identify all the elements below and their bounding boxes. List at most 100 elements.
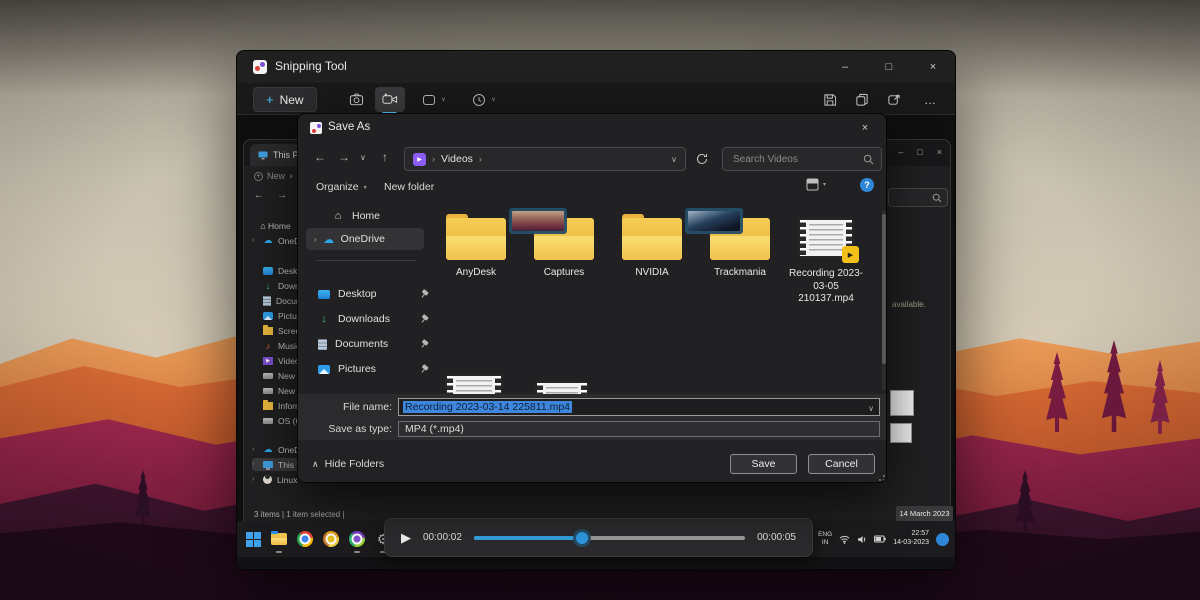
taskbar-chrome-beta[interactable] xyxy=(321,524,341,554)
expand-icon[interactable]: › xyxy=(252,237,258,244)
back-button[interactable]: ← xyxy=(314,150,326,164)
up-button[interactable]: ↑ xyxy=(382,150,388,164)
onedrive-cloud-icon: ☁ xyxy=(263,445,273,455)
tray-clock[interactable]: 22:57 14-03-2023 xyxy=(893,530,929,548)
maximize-icon[interactable]: □ xyxy=(917,147,922,157)
cancel-button[interactable]: Cancel xyxy=(808,454,875,474)
sidebar-label: Desktop xyxy=(338,288,377,300)
taskbar-chrome-dev[interactable] xyxy=(347,524,367,554)
clock-icon xyxy=(472,93,486,107)
file-item-captures[interactable]: Captures xyxy=(520,214,608,280)
drive-icon xyxy=(263,388,273,394)
dialog-sidebar-documents[interactable]: Documents xyxy=(318,334,428,354)
dialog-sidebar-pictures[interactable]: Pictures xyxy=(318,359,428,379)
onedrive-cloud-icon: ☁ xyxy=(263,236,273,246)
expand-icon[interactable]: › xyxy=(252,461,258,468)
address-bar[interactable]: ▶ › Videos › ∨ xyxy=(404,147,686,171)
chrome-dev-icon xyxy=(349,531,365,547)
address-dropdown-chevron[interactable]: ∨ xyxy=(671,155,677,164)
language-indicator[interactable]: ENG IN xyxy=(818,531,832,547)
linux-icon xyxy=(263,475,272,484)
file-item-nvidia[interactable]: NVIDIA xyxy=(608,214,696,280)
forward-icon[interactable]: → xyxy=(277,190,287,201)
seek-bar[interactable] xyxy=(474,536,745,540)
chevron-down-icon: ∨ xyxy=(491,96,495,103)
total-time: 00:00:05 xyxy=(757,532,796,543)
recent-locations-chevron[interactable]: ∨ xyxy=(360,153,366,162)
minimize-button[interactable]: – xyxy=(823,51,867,83)
play-button[interactable]: ▶ xyxy=(401,530,411,546)
tray-date: 14-03-2023 xyxy=(893,539,929,548)
refresh-button[interactable] xyxy=(690,147,714,171)
file-item-trackmania[interactable]: Trackmania xyxy=(696,214,784,280)
dialog-sidebar-home[interactable]: ⌂ Home xyxy=(332,210,380,222)
videos-folder-icon: ▶ xyxy=(413,153,426,166)
minimize-icon[interactable]: – xyxy=(898,147,903,157)
record-mode-button[interactable] xyxy=(375,87,405,112)
screenshot-mode-button[interactable] xyxy=(341,87,371,112)
delay-dropdown[interactable]: ∨ xyxy=(463,87,505,112)
taskbar-start-button[interactable] xyxy=(243,524,263,554)
hide-folders-button[interactable]: ∧ Hide Folders xyxy=(312,458,384,470)
drive-icon xyxy=(263,418,273,424)
home-icon: ⌂ xyxy=(252,221,263,231)
dialog-sidebar-downloads[interactable]: ↓ Downloads xyxy=(318,309,428,329)
copy-button[interactable] xyxy=(847,87,877,112)
forward-button[interactable]: → xyxy=(338,150,350,164)
more-options-button[interactable]: … xyxy=(915,87,945,112)
help-button[interactable]: ? xyxy=(860,178,874,192)
file-type-value: MP4 (*.mp4) xyxy=(405,423,464,435)
expand-icon[interactable]: › xyxy=(314,235,317,244)
file-item-anydesk[interactable]: AnyDesk xyxy=(432,214,520,280)
caret-down-icon: ▾ xyxy=(823,181,826,188)
maximize-button[interactable]: □ xyxy=(867,51,911,83)
search-icon xyxy=(932,193,942,203)
taskbar-chrome[interactable] xyxy=(295,524,315,554)
close-button[interactable]: × xyxy=(911,51,955,83)
desktop-icon xyxy=(263,267,273,275)
snip-shape-dropdown[interactable]: ∨ xyxy=(413,87,455,112)
video-file-icon: ▶ xyxy=(798,218,854,258)
speaker-icon[interactable] xyxy=(857,535,867,544)
hide-folders-label: Hide Folders xyxy=(325,458,385,470)
chevron-up-icon: ∧ xyxy=(312,459,319,470)
notification-icon[interactable] xyxy=(936,533,949,546)
dialog-close-button[interactable]: × xyxy=(850,118,880,138)
organize-dropdown[interactable]: Organize ▾ xyxy=(316,181,367,193)
explorer-search-box[interactable] xyxy=(888,188,948,207)
file-item-recording[interactable]: ▶ Recording 2023-03-05 210137.mp4 xyxy=(784,214,868,306)
chevron-down-icon[interactable]: ∨ xyxy=(868,404,874,413)
dialog-sidebar-desktop[interactable]: Desktop xyxy=(318,284,428,304)
new-snip-button[interactable]: + New xyxy=(253,87,317,112)
save-snip-button[interactable] xyxy=(815,87,845,112)
save-button[interactable]: Save xyxy=(730,454,797,474)
scrollbar-thumb[interactable] xyxy=(882,214,886,364)
save-as-type-select[interactable]: MP4 (*.mp4) ∨ xyxy=(398,421,880,437)
folder-icon xyxy=(263,402,273,410)
snipping-tool-app-icon xyxy=(253,60,267,74)
explorer-new-button[interactable]: + New ∨ xyxy=(254,171,293,181)
dialog-title: Save As xyxy=(328,121,370,133)
dialog-search-box[interactable] xyxy=(722,147,882,171)
caret-down-icon: ▾ xyxy=(364,184,367,191)
rectangle-select-icon xyxy=(422,93,436,107)
new-folder-button[interactable]: New folder xyxy=(384,181,434,193)
taskbar-file-explorer[interactable] xyxy=(269,524,289,554)
dialog-sidebar-onedrive[interactable]: › ☁ OneDrive xyxy=(306,228,424,250)
breadcrumb-chevron-icon: › xyxy=(479,154,482,164)
expand-icon[interactable]: › xyxy=(252,446,258,453)
search-input[interactable] xyxy=(731,150,849,168)
player-progress-thumb[interactable] xyxy=(576,532,588,544)
window-controls: – □ × xyxy=(823,51,955,83)
file-name-input[interactable]: Recording 2023-03-14 225811.mp4 ∨ xyxy=(398,398,880,416)
close-icon[interactable]: × xyxy=(937,147,942,157)
resize-grip[interactable] xyxy=(876,472,885,481)
breadcrumb[interactable]: Videos xyxy=(441,153,473,165)
view-options-button[interactable]: ▾ xyxy=(806,178,826,191)
expand-icon[interactable]: › xyxy=(252,476,258,483)
share-button[interactable] xyxy=(879,87,909,112)
wifi-icon[interactable] xyxy=(839,535,850,544)
battery-icon[interactable] xyxy=(874,535,886,543)
back-icon[interactable]: ← xyxy=(254,190,264,201)
current-time: 00:00:02 xyxy=(423,532,462,543)
